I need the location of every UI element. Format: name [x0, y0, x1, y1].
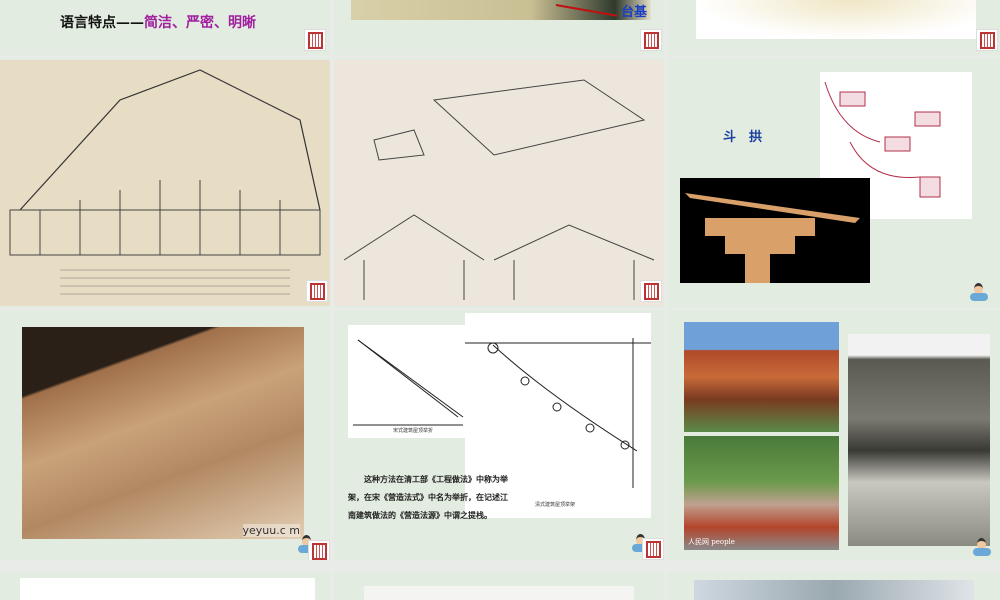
slide-thumbnail-10[interactable]	[0, 572, 330, 600]
temple-photo	[684, 322, 839, 432]
hall-line-drawing	[9, 69, 321, 295]
carved-bracket-photo: yeyuu.c m	[22, 327, 304, 539]
illustration-image	[696, 0, 976, 39]
slide-thumbnail-4[interactable]	[0, 58, 330, 308]
slide-thumbnail-1[interactable]: 语言特点——简洁、严密、明晰	[0, 0, 330, 55]
cartoon-child-icon	[971, 538, 993, 558]
slide-image	[364, 586, 634, 600]
paragraph-text: 这种方法在清工部《工程做法》中称为举架，在宋《营造法式》中名为举折，在记述江南建…	[348, 474, 508, 520]
title-prefix: 语言特点——	[60, 15, 144, 31]
slide-thumbnail-11[interactable]	[334, 572, 664, 600]
cartoon-child-icon	[968, 283, 990, 303]
slide-thumbnail-12[interactable]	[668, 572, 1000, 600]
title-emphasis: 简洁、严密、明晰	[144, 15, 256, 31]
slide-thumbnail-6[interactable]: 斗 拱	[668, 58, 1000, 308]
seal-stamp-icon	[642, 538, 664, 560]
dougong-title: 斗 拱	[723, 130, 763, 145]
slide-thumbnail-8[interactable]: 宋式建筑屋顶举折 清式建筑屋顶举架 这种方法在清工部《工程做法》中称为举架，在宋…	[334, 310, 664, 560]
slide-thumbnail-3[interactable]	[668, 0, 1000, 55]
label-taiji: 台基	[621, 5, 648, 20]
timber-frame-diagrams	[334, 60, 664, 306]
slide-title: 语言特点——简洁、严密、明晰	[60, 12, 256, 32]
caption-song: 宋式建筑屋顶举折	[393, 428, 434, 434]
seal-stamp-icon	[308, 540, 330, 560]
seal-stamp-icon	[640, 280, 662, 302]
architecture-photo	[351, 0, 651, 20]
song-roof-diagram: 宋式建筑屋顶举折	[348, 325, 466, 438]
pavilion-photo: 人民网 people	[684, 436, 839, 550]
slide-thumbnail-9[interactable]: 人民网 people	[668, 310, 1000, 560]
slide-thumbnail-7[interactable]: yeyuu.c m	[0, 310, 330, 560]
watermark-text: yeyuu.c m	[242, 524, 300, 537]
seal-stamp-icon	[304, 29, 326, 51]
slide-thumbnail-2[interactable]: 台基	[334, 0, 664, 55]
slide-thumbnail-5[interactable]	[334, 58, 664, 308]
seal-stamp-icon	[306, 280, 328, 302]
wooden-hall-structure-drawing	[0, 60, 330, 306]
watermark-text: 人民网 people	[688, 538, 735, 546]
slide-image	[20, 578, 315, 600]
slide-image	[694, 580, 974, 600]
dougong-3d-model	[680, 178, 870, 283]
frame-line-drawing	[343, 79, 655, 300]
caption-qing: 清式建筑屋顶举架	[535, 502, 576, 508]
seal-stamp-icon	[640, 29, 662, 51]
seal-stamp-icon	[976, 29, 998, 51]
gate-photo	[848, 334, 990, 546]
